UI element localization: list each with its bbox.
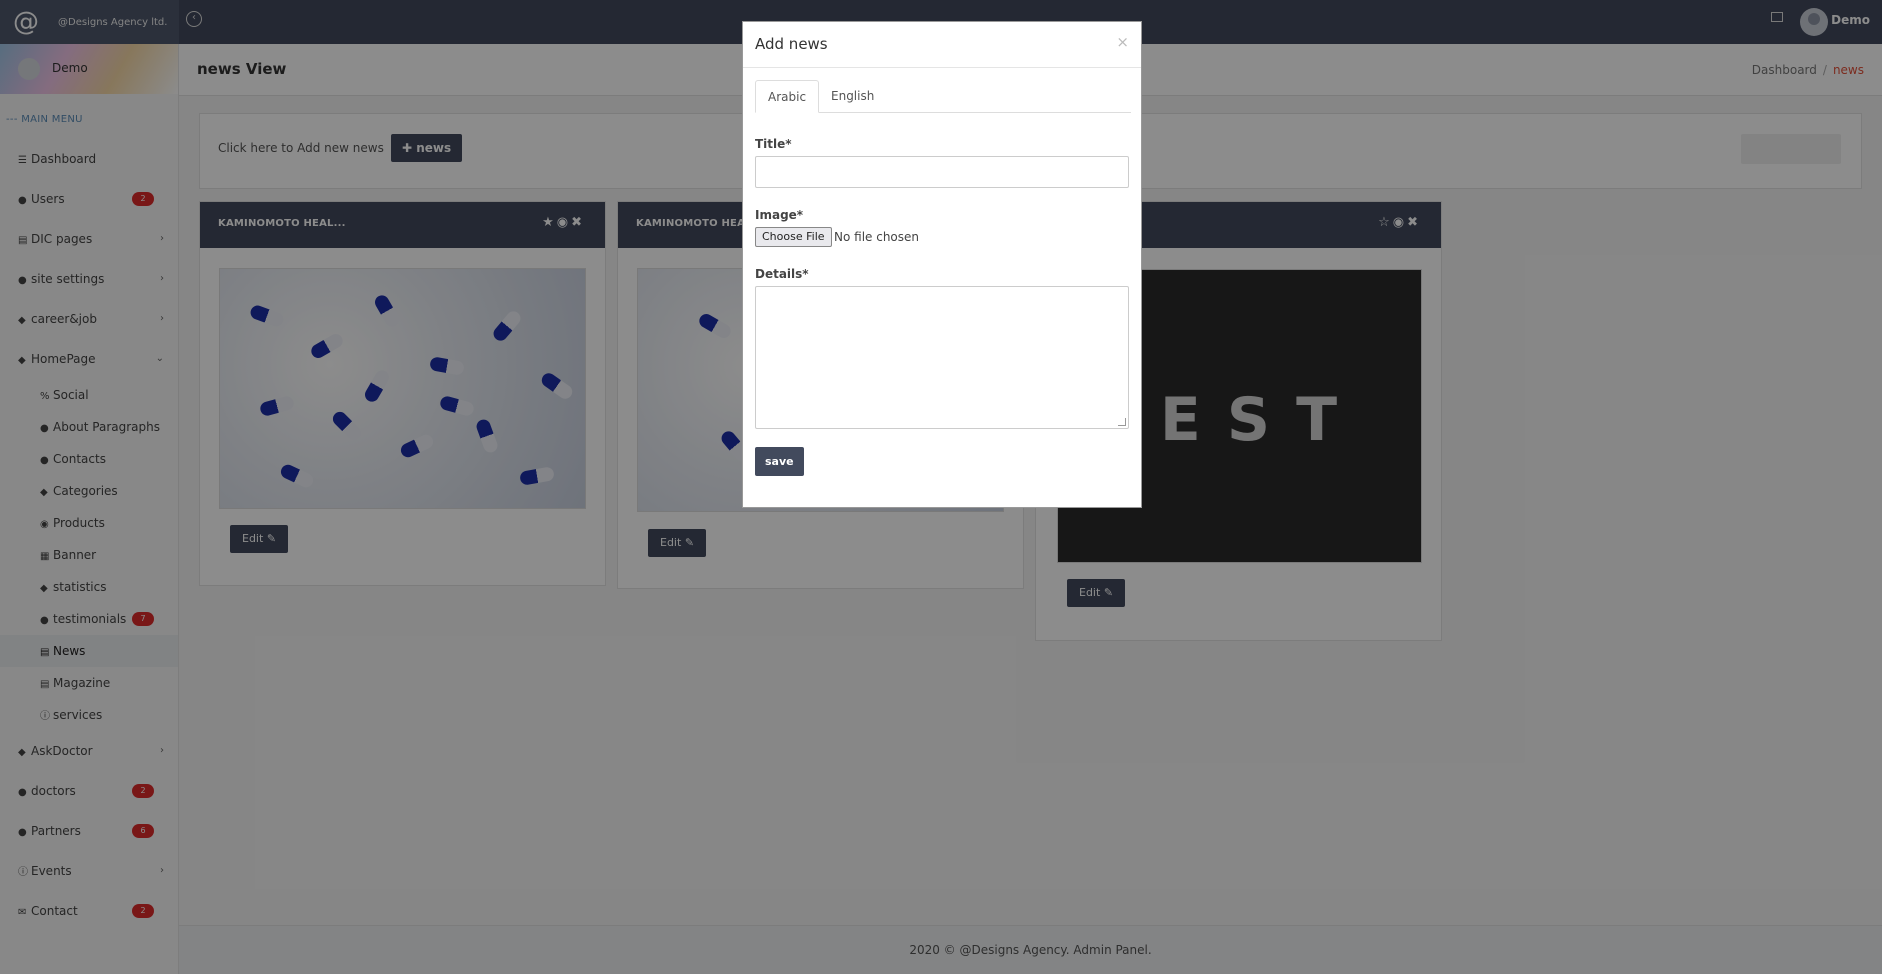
title-input[interactable] — [755, 156, 1129, 188]
save-button[interactable]: save — [755, 447, 804, 476]
details-textarea[interactable] — [755, 286, 1129, 429]
language-tabs: Arabic English — [755, 80, 1131, 113]
title-label: Title* — [755, 137, 792, 151]
tab-arabic[interactable]: Arabic — [755, 80, 820, 113]
file-status: No file chosen — [834, 230, 920, 244]
image-label: Image* — [755, 208, 804, 222]
close-icon[interactable]: × — [1116, 33, 1129, 51]
add-news-modal: Add news × Arabic English Title* Image* … — [742, 21, 1142, 508]
tab-english[interactable]: English — [819, 80, 886, 113]
details-label: Details* — [755, 267, 809, 281]
modal-title: Add news — [755, 35, 828, 53]
modal-header: Add news × — [743, 22, 1141, 68]
resize-handle-icon[interactable] — [1118, 418, 1126, 426]
choose-file-button[interactable]: Choose File — [755, 227, 832, 247]
